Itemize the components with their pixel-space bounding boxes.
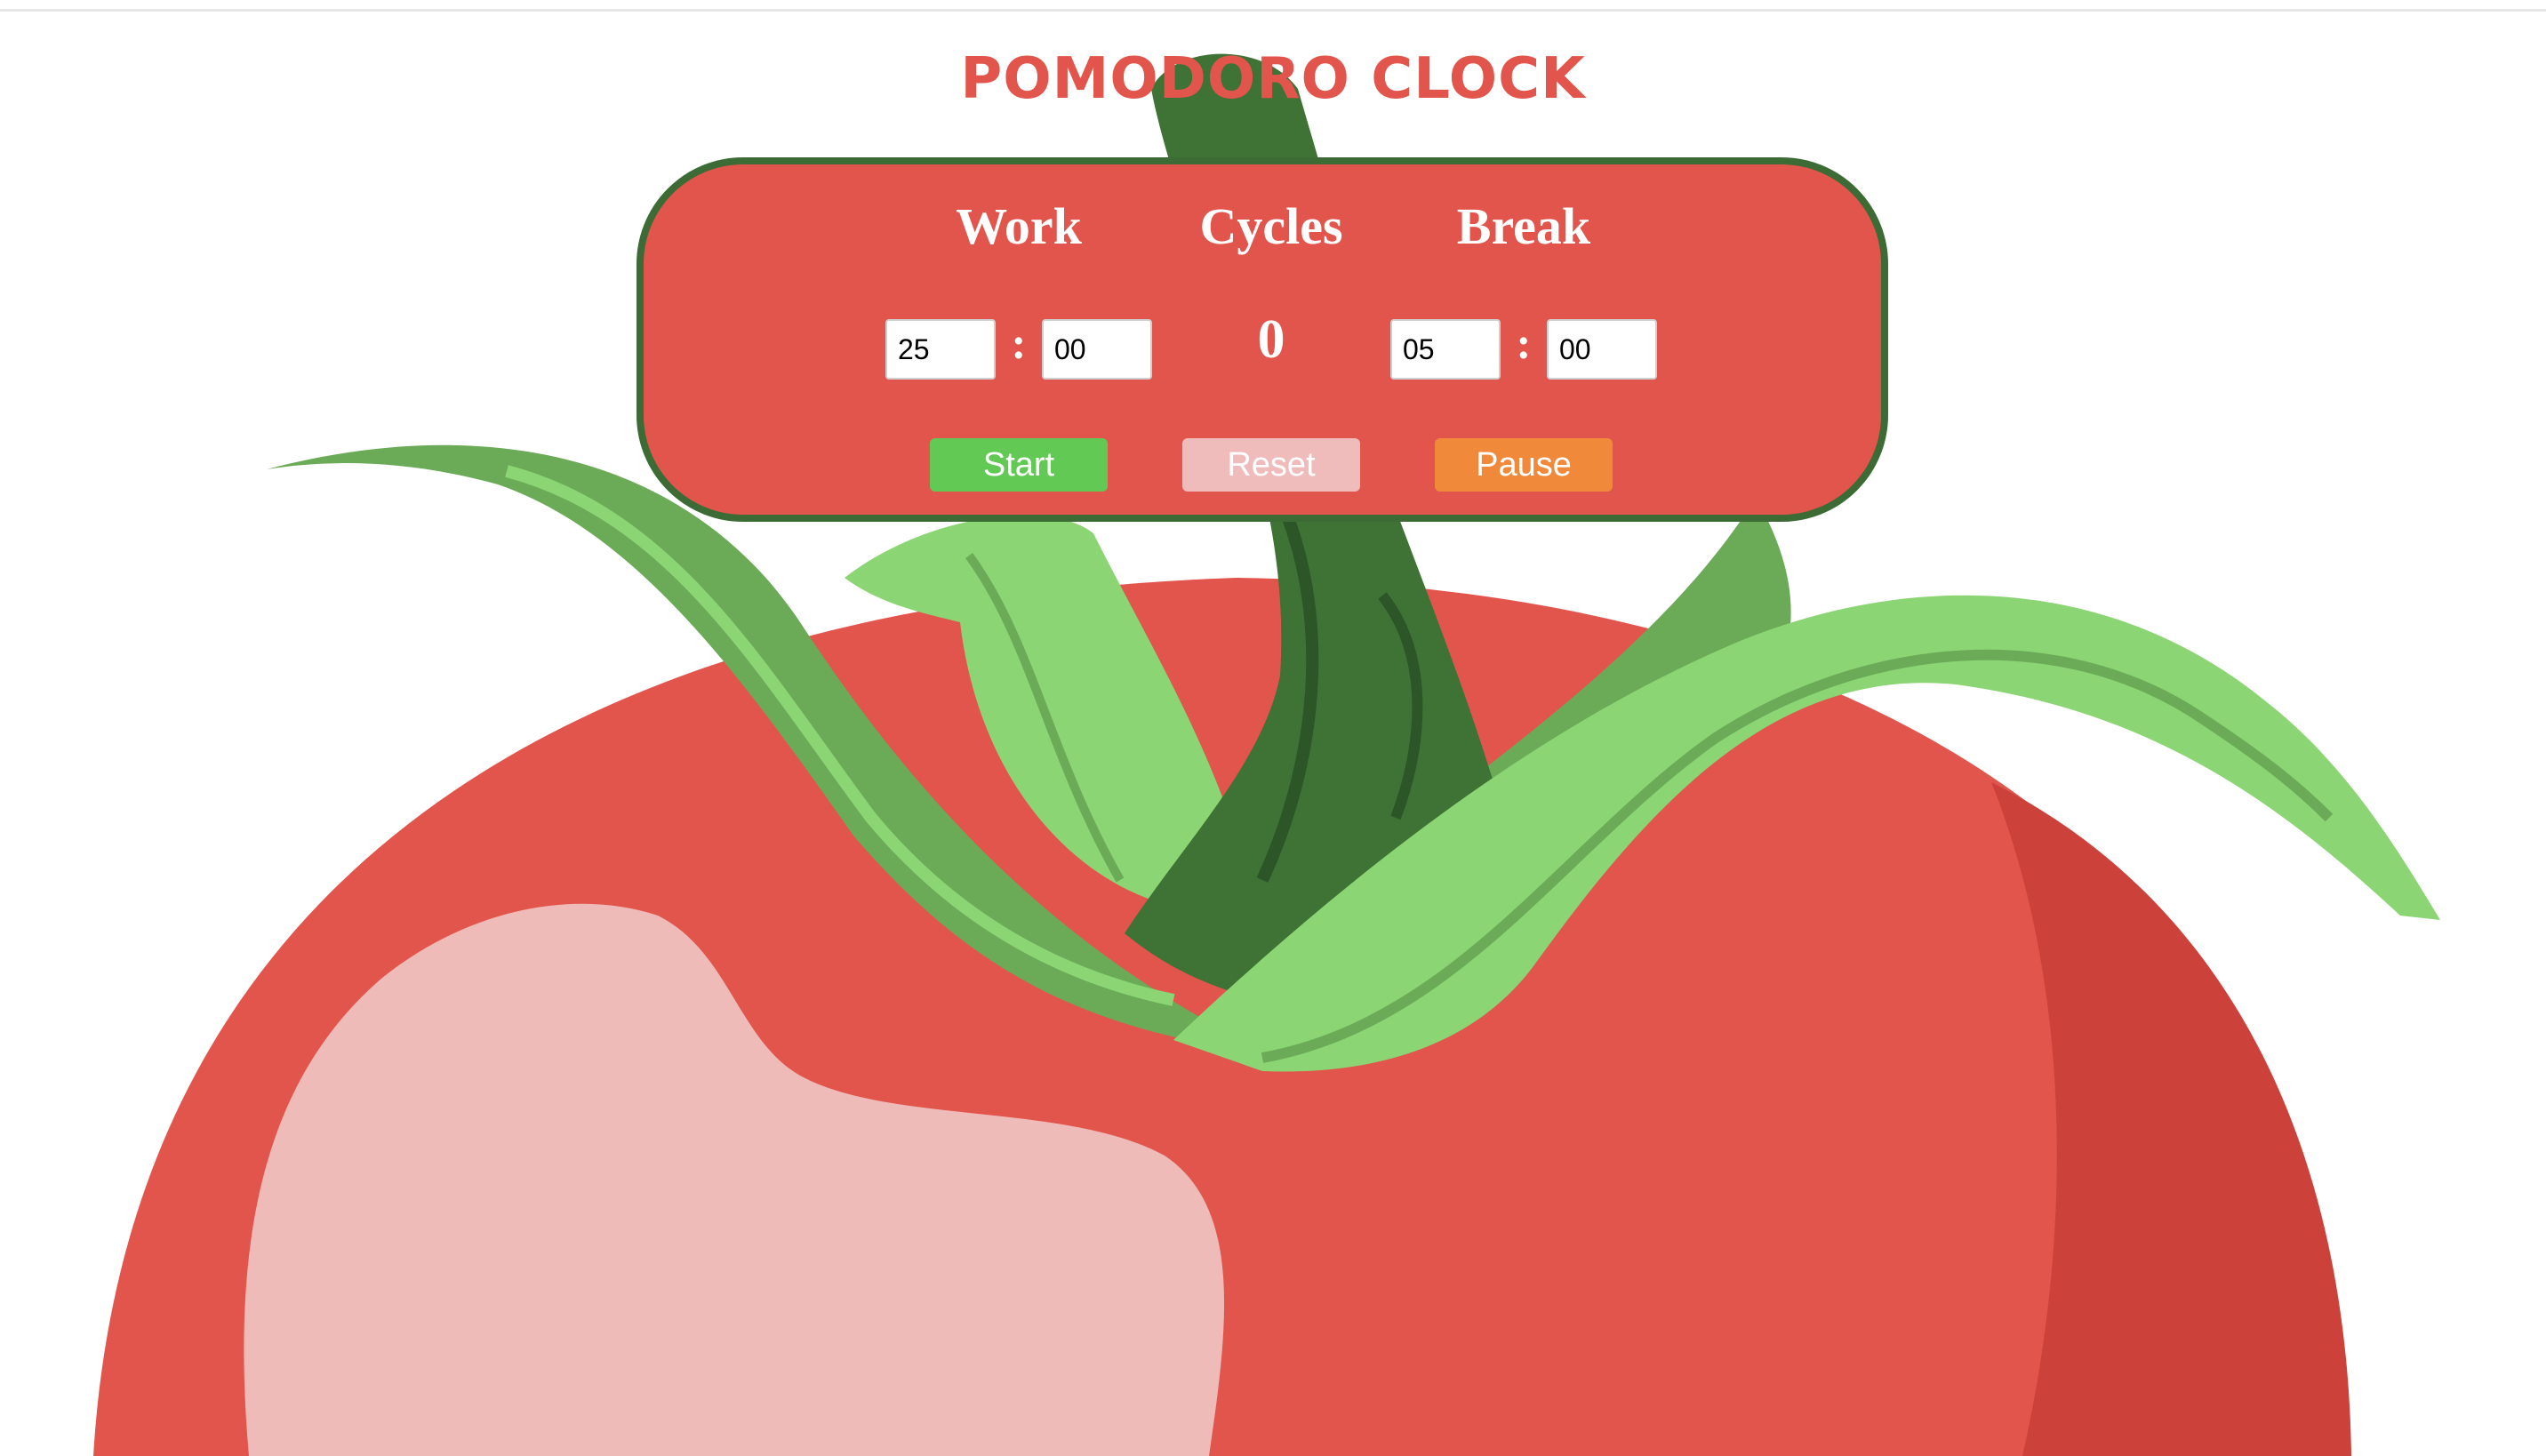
work-seconds-input[interactable] bbox=[1042, 319, 1152, 380]
work-label: Work bbox=[956, 197, 1082, 255]
start-button[interactable]: Start bbox=[930, 438, 1108, 492]
cycles-count: 0 bbox=[1257, 309, 1285, 370]
timer-panel: Work : Start Cycles 0 Reset Break : Paus… bbox=[636, 157, 1888, 522]
cycles-label: Cycles bbox=[1199, 197, 1343, 255]
work-time-separator: : bbox=[1011, 318, 1027, 368]
pause-button[interactable]: Pause bbox=[1435, 438, 1613, 492]
break-time-separator: : bbox=[1516, 318, 1532, 368]
work-minutes-input[interactable] bbox=[885, 319, 996, 380]
break-label: Break bbox=[1456, 197, 1591, 255]
page-title: POMODORO CLOCK bbox=[960, 46, 1586, 112]
break-minutes-input[interactable] bbox=[1390, 319, 1501, 380]
reset-button[interactable]: Reset bbox=[1182, 438, 1360, 492]
break-seconds-input[interactable] bbox=[1547, 319, 1657, 380]
